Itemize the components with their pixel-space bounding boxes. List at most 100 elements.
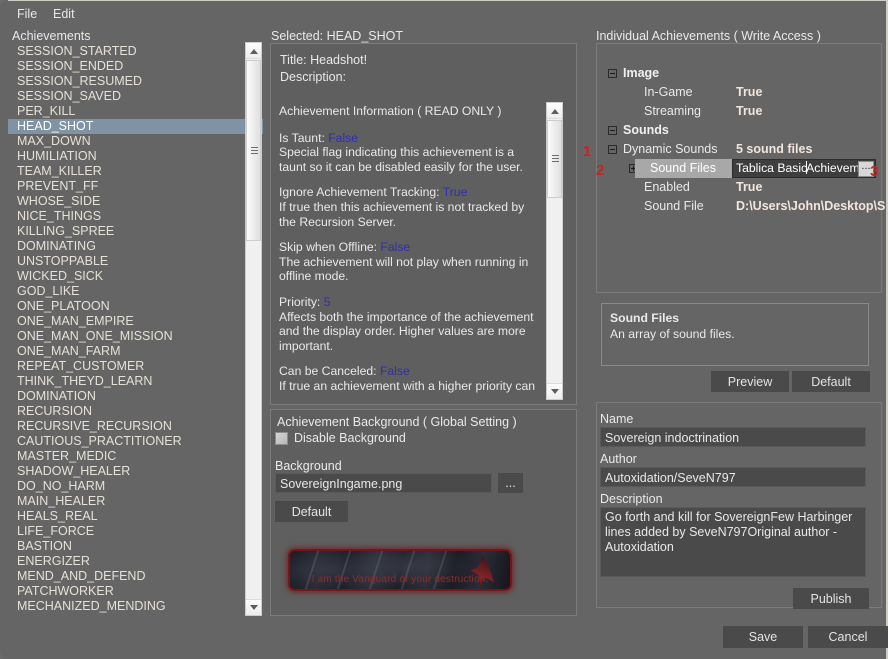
annotation-number-3: 3 (870, 163, 879, 180)
achievements-scrollbar[interactable] (245, 42, 262, 616)
readonly-entry: Ignore Achievement Tracking: True If true… (279, 185, 537, 229)
list-item[interactable]: REPEAT_CUSTOMER (8, 359, 263, 374)
list-item[interactable]: SHADOW_HEALER (8, 464, 263, 479)
list-item[interactable]: MAIN_HEALER (8, 494, 263, 509)
list-item[interactable]: KILLING_SPREE (8, 224, 263, 239)
list-item[interactable]: ONE_MAN_ONE_MISSION (8, 329, 263, 344)
readonly-info-scrollbar[interactable] (546, 102, 563, 400)
description-textarea[interactable]: Go forth and kill for SovereignFew Harbi… (600, 507, 866, 577)
list-item[interactable]: NICE_THINGS (8, 209, 263, 224)
readonly-entry: Skip when Offline: False The achievement … (279, 240, 537, 284)
list-item[interactable]: PREVENT_FF (8, 179, 263, 194)
scroll-up-button[interactable] (246, 43, 261, 59)
edit-cell-text-before-caret: Tablica Basic (736, 161, 808, 175)
menu-item-edit[interactable]: Edit (48, 6, 80, 22)
list-item[interactable]: DO_NO_HARM (8, 479, 263, 494)
list-item[interactable]: ONE_PLATOON (8, 299, 263, 314)
tree-row[interactable]: In-Game True (600, 83, 888, 102)
disable-background-label: Disable Background (294, 431, 406, 445)
background-default-button[interactable]: Default (275, 501, 348, 522)
list-item[interactable]: UNSTOPPABLE (8, 254, 263, 269)
publish-button[interactable]: Publish (793, 588, 869, 609)
list-item[interactable]: ENERGIZER (8, 554, 263, 569)
list-item[interactable]: ONE_MAN_EMPIRE (8, 314, 263, 329)
list-item[interactable]: BASTION (8, 539, 263, 554)
name-input[interactable]: Sovereign indoctrination (600, 427, 866, 447)
list-item[interactable]: SESSION_STARTED (8, 44, 263, 59)
tree-row-label: Enabled (644, 180, 690, 194)
collapse-icon[interactable] (608, 69, 617, 78)
cancel-button[interactable]: Cancel (808, 626, 888, 648)
list-item[interactable]: DOMINATION (8, 389, 263, 404)
tree-row[interactable]: Enabled True (600, 178, 888, 197)
scrollbar-thumb-center[interactable] (547, 120, 562, 198)
readonly-entry: Can be Canceled: False If true an achieve… (279, 364, 537, 395)
arrow-up-icon (551, 109, 559, 114)
list-item[interactable]: ONE_MAN_FARM (8, 344, 263, 359)
list-item[interactable]: CAUTIOUS_PRACTITIONER (8, 434, 263, 449)
tree-row[interactable]: Image (600, 64, 888, 83)
list-item[interactable]: GOD_LIKE (8, 284, 263, 299)
list-item[interactable]: SESSION_RESUMED (8, 74, 263, 89)
collapse-icon[interactable] (608, 126, 617, 135)
save-button[interactable]: Save (723, 626, 803, 648)
list-item[interactable]: MEND_AND_DEFEND (8, 569, 263, 584)
list-item[interactable]: MAX_DOWN (8, 134, 263, 149)
window-top-edge (8, 0, 888, 1)
list-item[interactable]: RECURSION (8, 404, 263, 419)
background-browse-button[interactable]: ... (498, 473, 523, 493)
list-item[interactable]: DOMINATING (8, 239, 263, 254)
readonly-entry-value: 5 (323, 294, 331, 309)
achievements-listbox[interactable]: SESSION_STARTED SESSION_ENDED SESSION_RESU… (8, 44, 263, 616)
tree-row[interactable]: Dynamic Sounds 5 sound files (600, 140, 888, 159)
author-field-label: Author (600, 452, 637, 466)
tree-row-value: True (736, 180, 763, 194)
scrollbar-thumb[interactable] (246, 60, 261, 241)
checkbox-icon[interactable] (275, 431, 288, 445)
sound-files-default-button[interactable]: Default (792, 371, 870, 392)
list-item[interactable]: TEAM_KILLER (8, 164, 263, 179)
tree-row-value: True (736, 104, 763, 118)
tree-row[interactable]: Streaming True (600, 102, 888, 121)
sound-files-edit-cell[interactable]: Tablica BasicAchievem... (732, 159, 876, 178)
list-item[interactable]: PER_KILL (8, 104, 263, 119)
disable-background-checkbox-row[interactable]: Disable Background (275, 431, 406, 445)
readonly-entry-value: True (442, 185, 468, 200)
property-help-box: Sound Files An array of sound files. (601, 303, 869, 366)
list-item[interactable]: LIFE_FORCE (8, 524, 263, 539)
scroll-up-button-center[interactable] (547, 103, 562, 119)
tree-row[interactable]: Sound File D:\Users\John\Desktop\S (600, 197, 888, 216)
list-item[interactable]: HEALS_REAL (8, 509, 263, 524)
readonly-entry-label: Can be Canceled: (279, 364, 380, 379)
list-item[interactable]: THINK_THEYD_LEARN (8, 374, 263, 389)
collapse-icon[interactable] (608, 145, 617, 154)
properties-tree[interactable]: Image In-Game True Streaming True Sounds Dynam… (600, 64, 888, 216)
achievement-readonly-info: Achievement Information ( READ ONLY ) Is … (279, 104, 537, 395)
background-path-input[interactable]: SovereignIngame.png (275, 473, 492, 493)
list-item[interactable]: WHOSE_SIDE (8, 194, 263, 209)
list-item[interactable]: MECHANIZED_MENDING (8, 599, 263, 614)
scrollbar-grip-icon (552, 155, 559, 163)
tree-row-label: Sounds (623, 123, 669, 137)
menu-item-file[interactable]: File (12, 6, 42, 22)
achievements-list-title: Achievements (12, 29, 91, 43)
list-item[interactable]: HUMILIATION (8, 149, 263, 164)
readonly-entry-description: If true then this achievement is not tra… (279, 199, 525, 229)
scrollbar-grip-icon (251, 146, 258, 155)
list-item[interactable]: SESSION_ENDED (8, 59, 263, 74)
selected-achievement-title: Selected: HEAD_SHOT (271, 29, 403, 43)
scroll-down-button[interactable] (246, 599, 261, 615)
list-item[interactable]: SESSION_SAVED (8, 89, 263, 104)
tree-row[interactable]: Sound Files Tablica BasicAchievem... (600, 159, 888, 178)
list-item[interactable]: PATCHWORKER (8, 584, 263, 599)
scroll-down-button-center[interactable] (547, 383, 562, 399)
readonly-entry-description: Affects both the importance of the achie… (279, 309, 534, 353)
list-item[interactable]: WICKED_SICK (8, 269, 263, 284)
list-item[interactable]: MASTER_MEDIC (8, 449, 263, 464)
tree-row[interactable]: Sounds (600, 121, 888, 140)
author-input[interactable]: Autoxidation/SeveN797 (600, 467, 866, 487)
list-item[interactable]: RECURSIVE_RECURSION (8, 419, 263, 434)
list-item[interactable]: HEAD_SHOT (8, 119, 263, 134)
background-field-label: Background (275, 459, 342, 473)
preview-button[interactable]: Preview (711, 371, 789, 392)
